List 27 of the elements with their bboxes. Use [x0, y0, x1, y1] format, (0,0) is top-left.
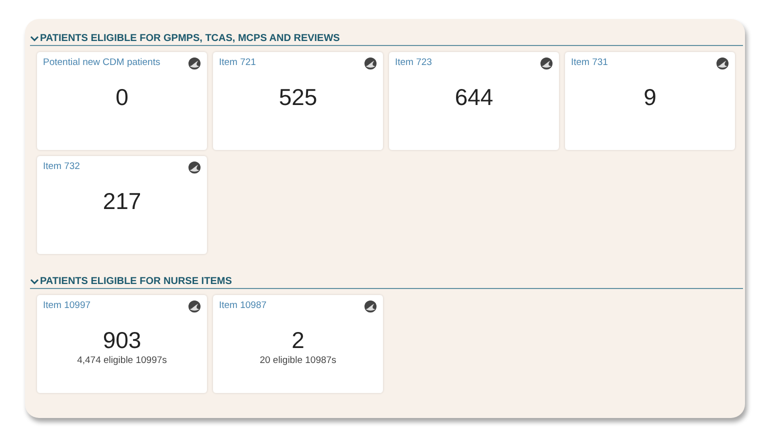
metric-card[interactable]: Item 10997 903 4,474 eligible 10997s [37, 295, 207, 393]
card-value: 644 [454, 84, 494, 111]
card-subtext: 20 eligible 10987s [260, 355, 336, 366]
card-label: Item 10987 [219, 300, 267, 311]
metric-card[interactable]: Item 731 9 [565, 52, 735, 150]
card-value: 217 [102, 188, 142, 215]
card-value: 9 [644, 84, 656, 111]
metric-card[interactable]: Item 721 525 [213, 52, 383, 150]
metric-card[interactable]: Item 723 644 [389, 52, 559, 150]
chevron-icon[interactable] [30, 35, 39, 42]
card-label: Item 10997 [43, 300, 91, 311]
card-subtext: 4,474 eligible 10997s [77, 355, 167, 366]
card-value: 2 [292, 327, 304, 354]
card-label: Item 731 [571, 57, 608, 68]
chevron-icon[interactable] [30, 278, 39, 285]
card-label: Item 732 [43, 161, 80, 172]
card-label: Item 723 [395, 57, 432, 68]
metric-card[interactable]: Item 732 217 [37, 156, 207, 254]
card-value: 903 [102, 327, 142, 354]
card-value: 0 [116, 84, 128, 111]
section-title[interactable]: PATIENTS ELIGIBLE FOR NURSE ITEMS [40, 276, 232, 287]
card-label: Potential new CDM patients [43, 57, 160, 68]
metric-card[interactable]: Potential new CDM patients 0 [37, 52, 207, 150]
card-label: Item 721 [219, 57, 256, 68]
card-value: 525 [278, 84, 318, 111]
section-title[interactable]: PATIENTS ELIGIBLE FOR GPMPS, TCAS, MCPS AND REVIEWS [40, 33, 340, 44]
metric-card[interactable]: Item 10987 2 20 eligible 10987s [213, 295, 383, 393]
